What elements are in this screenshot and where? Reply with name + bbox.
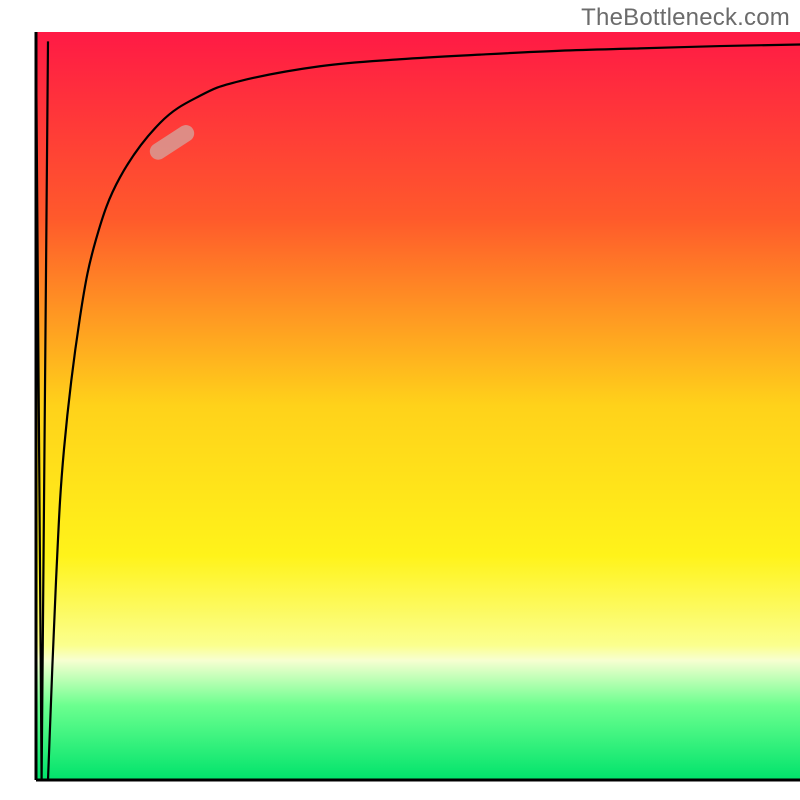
watermark-text: TheBottleneck.com bbox=[581, 4, 790, 32]
plot-background bbox=[36, 32, 800, 780]
chart-svg bbox=[0, 0, 800, 800]
chart-container bbox=[0, 0, 800, 800]
plot-area bbox=[36, 32, 800, 780]
